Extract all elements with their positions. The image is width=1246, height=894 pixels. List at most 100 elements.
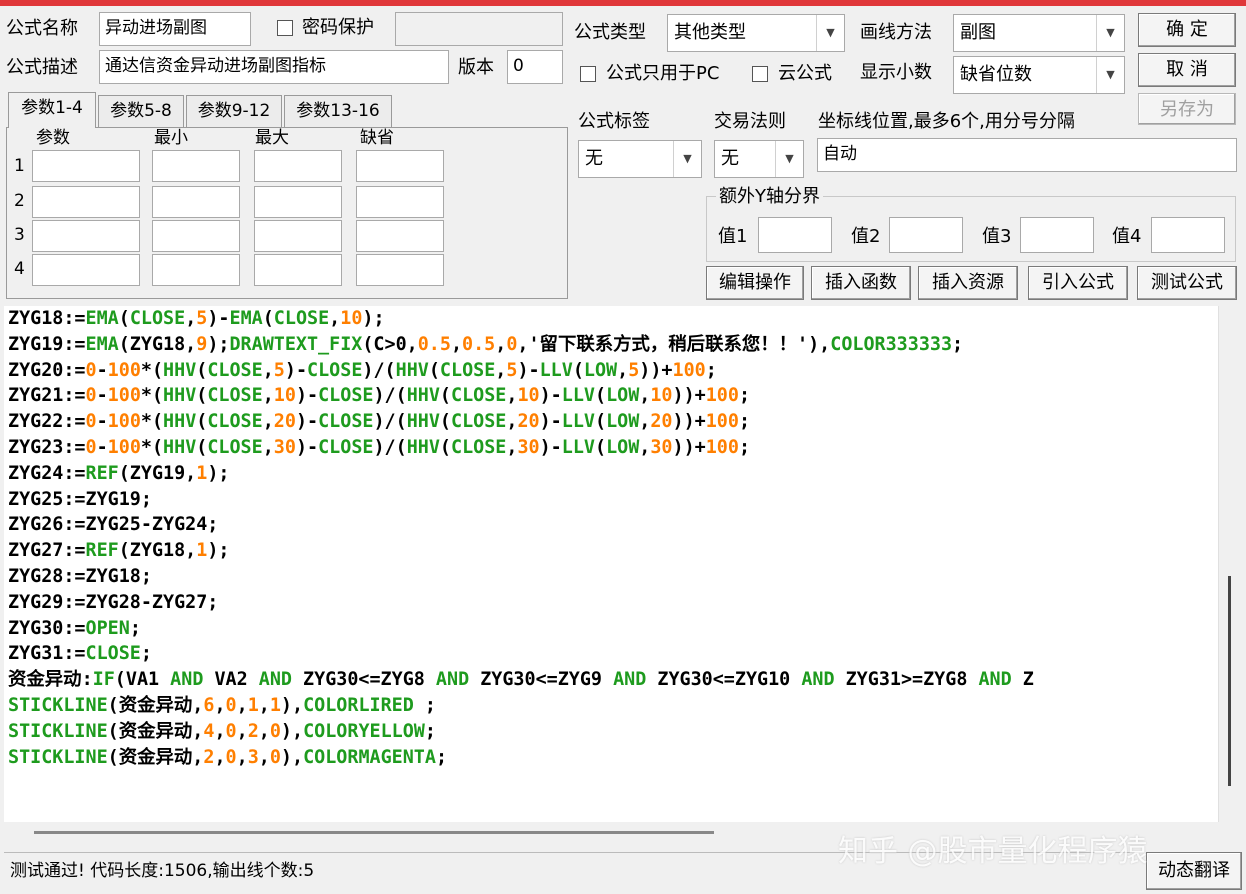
password-input[interactable] xyxy=(395,12,563,46)
version-input[interactable]: 0 xyxy=(507,50,563,84)
code-token: AND xyxy=(801,669,835,691)
title-bar-strip xyxy=(0,0,1246,6)
trade-rule-select[interactable]: 无 ▼ xyxy=(714,140,804,178)
code-token: ( xyxy=(439,385,451,407)
code-token: AND xyxy=(435,669,470,691)
code-token: LLV xyxy=(561,385,595,407)
code-token: , xyxy=(262,436,274,458)
param-min-input[interactable] xyxy=(152,254,240,286)
code-token: ZYG20:= xyxy=(8,359,86,381)
code-token: ( xyxy=(572,359,584,381)
param-min-input[interactable] xyxy=(152,186,240,218)
code-token: HHV xyxy=(163,359,197,381)
param-name-input[interactable] xyxy=(32,220,140,252)
code-token: ( xyxy=(196,411,208,433)
cancel-button[interactable]: 取 消 xyxy=(1138,53,1236,87)
insert-function-button[interactable]: 插入函数 xyxy=(811,266,911,300)
param-name-input[interactable] xyxy=(32,186,140,218)
code-token: (资金异动, xyxy=(107,694,204,716)
pc-only-checkbox[interactable] xyxy=(580,66,596,82)
formula-type-label: 公式类型 xyxy=(574,22,646,43)
code-token: Z xyxy=(1011,669,1034,691)
tab-params-9-12[interactable]: 参数9-12 xyxy=(186,95,282,127)
code-token: 0 xyxy=(85,436,97,458)
code-token: HHV xyxy=(163,436,197,458)
value3-input[interactable] xyxy=(1020,217,1094,253)
test-formula-button[interactable]: 测试公式 xyxy=(1137,266,1237,300)
param-min-input[interactable] xyxy=(152,150,240,182)
tab-params-1-4[interactable]: 参数1-4 xyxy=(8,92,96,128)
code-token: 1 xyxy=(247,694,259,716)
param-name-input[interactable] xyxy=(32,150,140,182)
editor-vertical-scrollbar[interactable] xyxy=(1218,306,1238,822)
cloud-formula-checkbox[interactable] xyxy=(752,66,768,82)
tab-params-5-8[interactable]: 参数5-8 xyxy=(98,95,184,127)
code-token: , xyxy=(506,385,518,407)
param-default-input[interactable] xyxy=(356,220,444,252)
code-editor[interactable]: ZYG18:=EMA(CLOSE,5)-EMA(CLOSE,10); ZYG19:… xyxy=(4,306,1218,822)
scrollbar-thumb[interactable] xyxy=(1228,576,1231,786)
code-token: CLOSE xyxy=(207,359,263,381)
code-token: , xyxy=(262,359,274,381)
ok-button[interactable]: 确 定 xyxy=(1138,13,1236,47)
code-token: (ZYG18, xyxy=(118,540,197,562)
scrollbar-thumb[interactable] xyxy=(34,831,714,834)
tab-params-13-16[interactable]: 参数13-16 xyxy=(284,95,392,127)
chevron-down-icon[interactable]: ▼ xyxy=(673,141,701,177)
draw-method-value: 副图 xyxy=(960,22,996,43)
param-max-input[interactable] xyxy=(254,220,342,252)
param-default-input[interactable] xyxy=(356,186,444,218)
code-line: ZYG31:=CLOSE; xyxy=(4,641,1218,667)
param-header-default: 缺省 xyxy=(360,128,394,148)
code-token: CLOSE xyxy=(318,411,374,433)
formula-tag-select[interactable]: 无 ▼ xyxy=(578,140,702,178)
param-max-input[interactable] xyxy=(254,186,342,218)
param-default-input[interactable] xyxy=(356,254,444,286)
code-token: ZYG23:= xyxy=(8,436,86,458)
code-token: AND xyxy=(613,669,647,691)
chevron-down-icon[interactable]: ▼ xyxy=(775,141,803,177)
chevron-down-icon[interactable]: ▼ xyxy=(1096,57,1124,93)
edit-operations-button[interactable]: 编辑操作 xyxy=(706,266,804,300)
axis-lines-input[interactable]: 自动 xyxy=(817,138,1237,172)
formula-desc-input[interactable]: 通达信资金异动进场副图指标 xyxy=(99,50,449,84)
code-token: AND xyxy=(258,669,292,691)
code-token: , xyxy=(639,385,651,407)
draw-method-select[interactable]: 副图 ▼ xyxy=(953,14,1125,52)
code-token: , xyxy=(258,746,270,768)
value4-input[interactable] xyxy=(1151,217,1225,253)
param-max-input[interactable] xyxy=(254,254,342,286)
formula-tag-label: 公式标签 xyxy=(578,111,650,132)
decimals-select[interactable]: 缺省位数 ▼ xyxy=(953,56,1125,94)
chevron-down-icon[interactable]: ▼ xyxy=(816,15,844,51)
code-token: 0 xyxy=(85,359,97,381)
code-token: ( xyxy=(118,308,130,329)
formula-type-select[interactable]: 其他类型 ▼ xyxy=(667,14,845,52)
password-protect-checkbox[interactable] xyxy=(277,20,293,36)
code-token: , xyxy=(617,359,629,381)
save-as-button[interactable]: 另存为 xyxy=(1138,93,1236,125)
chevron-down-icon[interactable]: ▼ xyxy=(1096,15,1124,51)
formula-desc-label: 公式描述 xyxy=(6,57,78,78)
import-formula-button[interactable]: 引入公式 xyxy=(1028,266,1128,300)
param-name-input[interactable] xyxy=(32,254,140,286)
code-token: *( xyxy=(140,411,164,433)
code-token: 10 xyxy=(517,385,540,407)
param-min-input[interactable] xyxy=(152,220,240,252)
value2-input[interactable] xyxy=(889,217,963,253)
dynamic-translate-button[interactable]: 动态翻译 xyxy=(1146,852,1242,890)
code-token: 100 xyxy=(107,385,141,407)
code-token: )- xyxy=(295,385,319,407)
insert-resource-button[interactable]: 插入资源 xyxy=(918,266,1018,300)
code-line: ZYG25:=ZYG19; xyxy=(4,487,1218,513)
editor-horizontal-scrollbar[interactable] xyxy=(4,822,1218,846)
decimals-label: 显示小数 xyxy=(860,62,932,83)
param-row-number: 2 xyxy=(14,191,25,211)
value1-input[interactable] xyxy=(758,217,832,253)
param-default-input[interactable] xyxy=(356,150,444,182)
code-line: ZYG30:=OPEN; xyxy=(4,616,1218,642)
code-token: ), xyxy=(280,720,304,742)
param-max-input[interactable] xyxy=(254,150,342,182)
code-token: IF xyxy=(92,669,115,691)
formula-name-input[interactable]: 异动进场副图 xyxy=(99,12,251,46)
